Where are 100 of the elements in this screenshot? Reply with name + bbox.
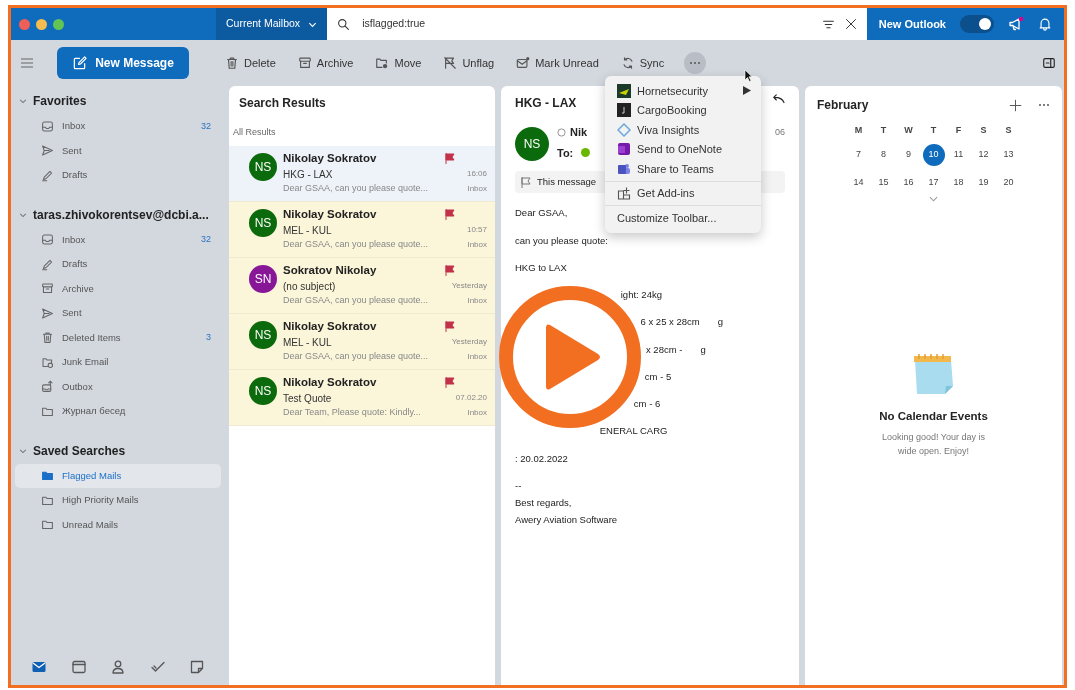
panel-icon[interactable] <box>1042 56 1056 70</box>
menu-item[interactable]: Customize Toolbar... <box>605 208 761 228</box>
toggle-label: New Outlook <box>878 16 946 32</box>
folder-item[interactable]: Deleted Items 3 <box>15 325 221 350</box>
more-button[interactable] <box>684 52 707 74</box>
people-logo-icon <box>617 161 631 176</box>
compose-icon <box>72 55 88 71</box>
reply-arrow-icon[interactable] <box>771 94 785 106</box>
bell-icon[interactable] <box>1038 17 1052 31</box>
body-text: Awery Aviation Software <box>515 513 618 528</box>
folder-icon <box>41 518 54 532</box>
folder-item[interactable]: Archive <box>15 276 221 301</box>
toolbar-button[interactable]: Unflag <box>435 50 503 76</box>
menu-item[interactable]: Viva Insights <box>605 120 761 140</box>
flag-icon[interactable] <box>445 376 455 388</box>
radio-circle-icon[interactable] <box>557 127 566 137</box>
calendar-day[interactable]: 14 <box>847 172 870 194</box>
group-header[interactable]: Saved Searches <box>11 437 223 464</box>
menu-item[interactable]: CargoBooking <box>605 100 761 120</box>
calendar-day[interactable]: 20 <box>997 172 1020 194</box>
message-item[interactable]: NS Nikolay Sokratov MEL - KUL Yesterday Dear GSAA, can you please quote... Inbox <box>229 313 495 370</box>
plus-icon[interactable] <box>1009 98 1022 112</box>
menu-item[interactable]: Get Add-ins <box>605 183 761 203</box>
window-control-button[interactable] <box>36 18 47 30</box>
time: 10:57 <box>466 224 487 237</box>
folder-label: Inbox <box>467 238 487 251</box>
message-item[interactable]: NS Nikolay Sokratov Test Quote 07.02.20 Dear Team, Please quote: Kindly... Inbox <box>229 369 495 426</box>
calendar-day[interactable]: 12 <box>972 144 995 166</box>
folder-item[interactable]: Inbox 32 <box>15 227 221 252</box>
preview: Dear Team, Please quote: Kindly... <box>283 405 421 419</box>
group-header[interactable]: taras.zhivokorentsev@dcbi.a... <box>11 201 223 228</box>
folder-item[interactable]: Sent <box>15 138 221 163</box>
toolbar-button[interactable]: Delete <box>217 50 284 76</box>
message-item[interactable]: NS Nikolay Sokratov MEL - KUL 10:57 Dear GSAA, can you please quote... Inbox <box>229 201 495 258</box>
scope-dropdown[interactable]: Current Mailbox <box>216 8 328 40</box>
folder-item[interactable]: Flagged Mails <box>15 463 221 488</box>
search-bar[interactable]: isflagged:true <box>327 8 867 40</box>
menu-item[interactable]: Send to OneNote <box>605 139 761 159</box>
folder-item[interactable]: Drafts <box>15 163 221 188</box>
flag-icon[interactable] <box>445 208 455 220</box>
calendar-day[interactable]: 10 <box>922 144 945 166</box>
folder-item[interactable]: Inbox 32 <box>15 114 221 139</box>
toolbar-button[interactable]: Sync <box>612 50 673 76</box>
new-message-button[interactable]: New Message <box>57 47 189 79</box>
toolbar-button[interactable]: Move <box>367 50 430 76</box>
calendar-day[interactable]: 18 <box>947 172 970 194</box>
flag-icon[interactable] <box>445 320 455 332</box>
folder-item[interactable]: Sent <box>15 301 221 326</box>
time: 06 <box>775 125 785 139</box>
paper-plane-icon <box>41 306 54 320</box>
calendar-day[interactable]: 8 <box>872 144 895 166</box>
calendar-day[interactable]: 17 <box>922 172 945 194</box>
folder-item[interactable]: Drafts <box>15 252 221 277</box>
megaphone-icon[interactable] <box>1008 16 1024 32</box>
calendar-day[interactable]: 13 <box>997 144 1020 166</box>
calendar-day[interactable]: 15 <box>872 172 895 194</box>
time: 07.02.20 <box>455 392 487 405</box>
preview: Dear GSAA, can you please quote... <box>283 237 429 251</box>
avatar: NS <box>515 127 549 161</box>
weekday-label: F <box>954 124 963 138</box>
avatar: NS <box>249 320 277 349</box>
folder-item[interactable]: Junk Email <box>15 350 221 375</box>
group-header[interactable]: Favorites <box>11 88 223 114</box>
message-item[interactable]: SN Sokratov Nikolay (no subject) Yesterday Dear GSAA, can you please quote... Inbox <box>229 257 495 314</box>
body-text: g <box>700 342 706 357</box>
subject: Test Quote <box>283 391 332 406</box>
sender-name: Nik <box>570 125 588 140</box>
folder-item[interactable]: High Priority Mails <box>15 488 221 513</box>
preview: Dear GSAA, can you please quote... <box>283 181 429 195</box>
more-icon[interactable] <box>1038 103 1050 107</box>
cursor-icon <box>744 69 753 82</box>
sender-name: Nikolay Sokratov <box>283 318 377 334</box>
sender-name: Nikolay Sokratov <box>283 206 377 222</box>
flag-icon[interactable] <box>445 264 455 276</box>
envelope-icon <box>31 659 47 675</box>
weekday-label: W <box>903 124 914 138</box>
menu-item[interactable]: Hornetsecurity <box>605 81 761 101</box>
folder-item[interactable]: Unread Mails <box>15 512 221 537</box>
paper-plane-icon <box>41 144 54 158</box>
folder-item[interactable]: Outbox <box>15 374 221 399</box>
calendar-day[interactable]: 11 <box>947 144 970 166</box>
flag-off-icon <box>443 56 458 70</box>
flag-icon[interactable] <box>445 152 455 164</box>
toolbar-button[interactable]: Archive <box>289 50 362 76</box>
month-title: February <box>817 97 870 114</box>
folder-label: Inbox <box>467 182 487 195</box>
toggle-switch[interactable] <box>960 15 994 33</box>
recipient-label: To: <box>557 145 574 161</box>
calendar-day[interactable]: 19 <box>972 172 995 194</box>
calendar-day[interactable]: 7 <box>847 144 870 166</box>
message-item[interactable]: NS Nikolay Sokratov HKG - LAX 16:06 Dear GSAA, can you please quote... Inbox <box>229 145 495 202</box>
toolbar-button[interactable]: Mark Unread <box>508 50 607 76</box>
sender-name: Sokratov Nikolay <box>283 262 377 278</box>
calendar-day[interactable]: 16 <box>897 172 920 194</box>
folder-item[interactable]: Журнал бесед <box>15 399 221 424</box>
calendar-day[interactable]: 9 <box>897 144 920 166</box>
flag-outline-icon <box>521 176 531 188</box>
close-icon[interactable] <box>844 18 857 30</box>
subject: MEL - KUL <box>283 223 332 238</box>
search-field[interactable]: isflagged:true <box>360 15 812 33</box>
